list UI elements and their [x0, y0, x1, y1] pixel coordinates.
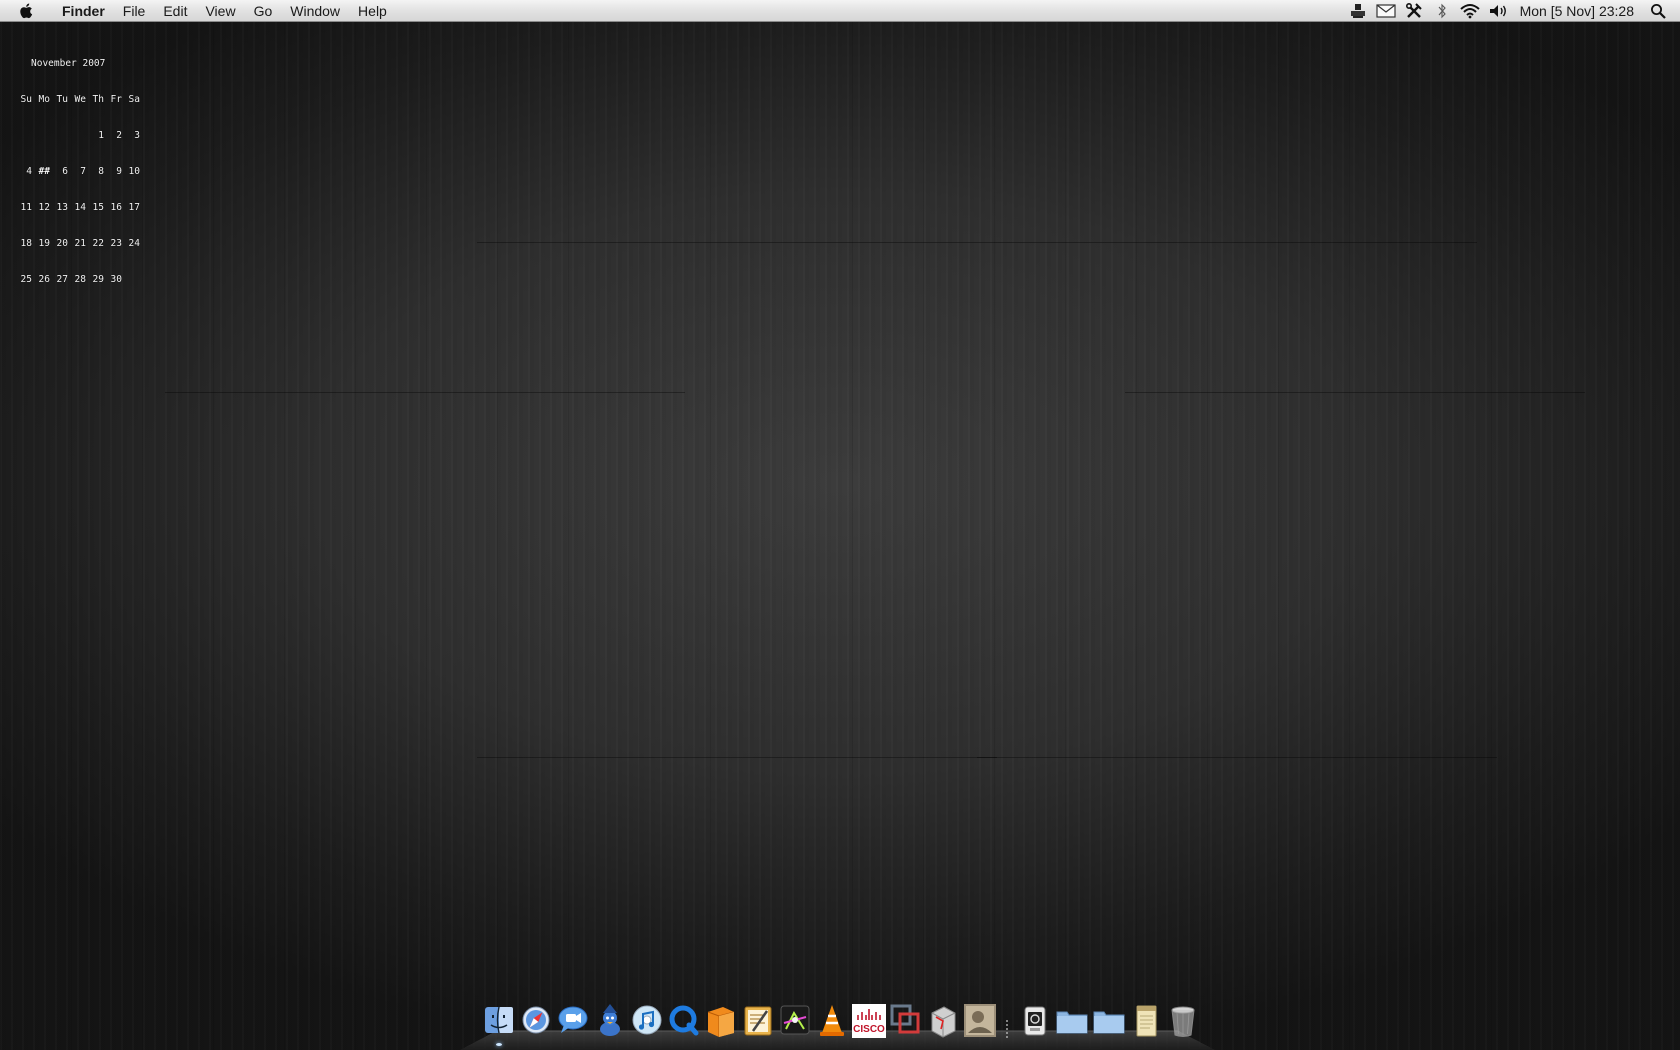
calendar-day: 20 [56, 238, 68, 249]
wallpaper-seam [477, 242, 977, 243]
calendar-day: 10 [128, 166, 140, 177]
weekday-label: Fr [110, 94, 122, 105]
menu-edit[interactable]: Edit [154, 0, 196, 22]
menu-bar: Finder File Edit View Go Window Help Mon… [0, 0, 1680, 22]
wallpaper-seam [977, 757, 1497, 758]
dock-icons: CISCO [482, 996, 1203, 1046]
wifi-icon[interactable] [1456, 0, 1484, 22]
finder-icon[interactable] [482, 1002, 516, 1046]
calendar-day: 25 [20, 274, 32, 285]
keynote-icon[interactable] [778, 1002, 812, 1040]
adium-icon[interactable] [593, 1002, 627, 1040]
weekday-label: We [74, 94, 86, 105]
wallpaper-seam [477, 757, 997, 758]
dock-separator [1004, 1002, 1010, 1040]
menu-file[interactable]: File [114, 0, 155, 22]
calendar-day: 2 [116, 130, 122, 141]
weekday-label: Th [92, 94, 104, 105]
quicktime-icon[interactable] [667, 1002, 701, 1040]
status-menus: Mon [5 Nov] 23:28 [1344, 0, 1680, 22]
wallpaper-seam [1125, 392, 1585, 393]
safari-icon[interactable] [519, 1002, 553, 1040]
calendar-weekday-row: Su Mo Tu We Th Fr Sa [14, 94, 140, 106]
weekday-label: Su [20, 94, 32, 105]
notepad-icon[interactable] [1129, 1002, 1163, 1040]
wallpaper-seam [977, 242, 1477, 243]
ichat-icon[interactable] [556, 1002, 590, 1040]
calendar-day: 6 [62, 166, 68, 177]
calendar-day: 12 [38, 202, 50, 213]
vlc-icon[interactable] [815, 1002, 849, 1040]
trash-icon[interactable] [1166, 1002, 1200, 1040]
cisco-logo-text: CISCO [853, 1024, 885, 1035]
weekday-label: Sa [128, 94, 140, 105]
volume-icon[interactable] [1484, 0, 1512, 22]
box-app-icon[interactable] [704, 1002, 738, 1040]
bluetooth-icon[interactable] [1428, 0, 1456, 22]
calendar-day: 29 [92, 274, 104, 285]
calendar-day: 7 [80, 166, 86, 177]
calendar-day: 19 [38, 238, 50, 249]
system-preferences-icon[interactable] [1018, 1002, 1052, 1040]
calendar-day: 14 [74, 202, 86, 213]
calendar-day: 15 [92, 202, 104, 213]
weekday-label: Tu [56, 94, 68, 105]
photo-app-icon[interactable] [963, 1002, 997, 1040]
textedit-icon[interactable] [741, 1002, 775, 1040]
calendar-week: 18 19 20 21 22 23 24 [14, 238, 140, 250]
menu-help[interactable]: Help [349, 0, 396, 22]
calendar-day: 21 [74, 238, 86, 249]
calendar-widget: November 2007 Su Mo Tu We Th Fr Sa 123 4 ## 6 7 8 9… [14, 34, 140, 298]
calendar-day: 30 [110, 274, 122, 285]
wallpaper-seam [165, 392, 685, 393]
dock: CISCO [460, 996, 1215, 1050]
calendar-day: 11 [20, 202, 32, 213]
calendar-day: 23 [110, 238, 122, 249]
calendar-week: 25 26 27 28 29 30 [14, 274, 140, 286]
cisco-icon[interactable]: CISCO [852, 1002, 886, 1040]
menu-view[interactable]: View [196, 0, 244, 22]
menu-go[interactable]: Go [245, 0, 282, 22]
calendar-day: 9 [116, 166, 122, 177]
vmware-icon[interactable] [889, 1002, 923, 1040]
calendar-day: 24 [128, 238, 140, 249]
app-store-box-icon[interactable] [926, 1002, 960, 1040]
calendar-day: 16 [110, 202, 122, 213]
calendar-day: 22 [92, 238, 104, 249]
menu-finder[interactable]: Finder [53, 0, 114, 22]
spotlight-search-icon[interactable] [1644, 0, 1672, 22]
calendar-title: November 2007 [31, 58, 106, 69]
calendar-week: 1 2 3 [14, 130, 140, 142]
weekday-label: Mo [38, 94, 50, 105]
script-icon[interactable] [1344, 0, 1372, 22]
calendar-day: 17 [128, 202, 140, 213]
running-indicator [496, 1043, 502, 1046]
calendar-week: 4 ## 6 7 8 9 10 [14, 166, 140, 178]
calendar-day: 13 [56, 202, 68, 213]
calendar-day: 1 [98, 130, 104, 141]
calendar-day: 28 [74, 274, 86, 285]
calendar-day: 26 [38, 274, 50, 285]
documents-folder-icon[interactable] [1055, 1002, 1089, 1040]
calendar-day-today: ## [38, 166, 50, 177]
calendar-day: 3 [134, 130, 140, 141]
apple-icon[interactable] [17, 1, 37, 21]
downloads-folder-icon[interactable] [1092, 1002, 1126, 1040]
calendar-day: 27 [56, 274, 68, 285]
calendar-day: 18 [20, 238, 32, 249]
calendar-day: 4 [26, 166, 32, 177]
calendar-day: 8 [98, 166, 104, 177]
menu-window[interactable]: Window [281, 0, 349, 22]
tools-icon[interactable] [1400, 0, 1428, 22]
menu-clock[interactable]: Mon [5 Nov] 23:28 [1512, 3, 1644, 19]
itunes-icon[interactable] [630, 1002, 664, 1040]
mail-icon[interactable] [1372, 0, 1400, 22]
calendar-week: 11 12 13 14 15 16 17 [14, 202, 140, 214]
